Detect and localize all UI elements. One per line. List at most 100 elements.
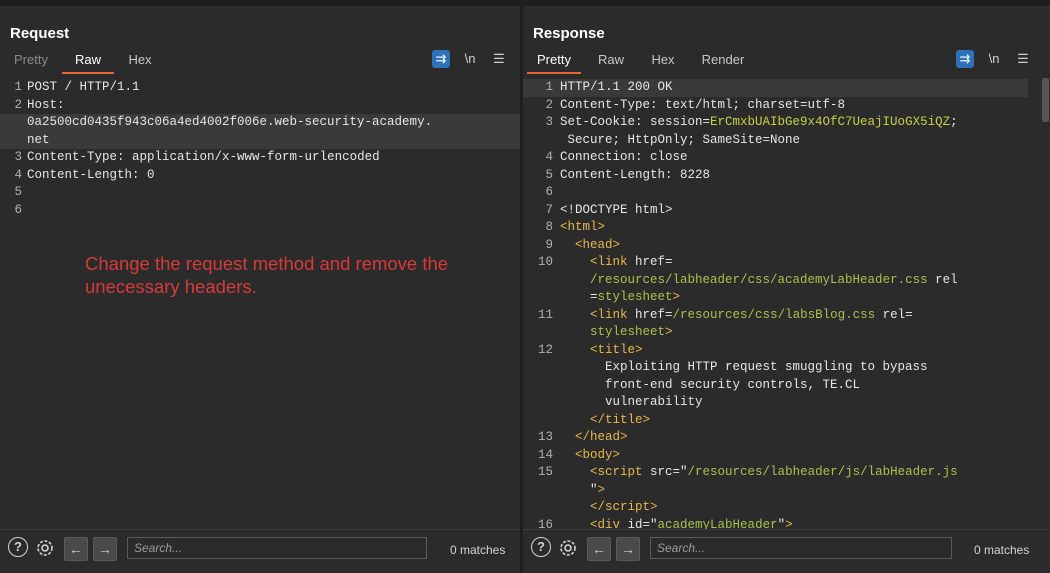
line-text: stylesheet> [590,325,673,339]
response-line: 15 <script src="/resources/labheader/js/… [523,464,1028,482]
settings-gear-icon[interactable] [557,537,579,559]
tab-raw[interactable]: Raw [62,50,114,74]
request-editor[interactable]: 1 POST / HTTP/1.1 2 Host: 0a2500cd0435f943c0… [0,76,520,531]
response-line: stylesheet> [523,324,1028,342]
line-text: 0a2500cd0435f943c06a4ed4002f006e.web-sec… [27,115,433,129]
line-text: =stylesheet> [560,290,681,304]
response-line: front-end security controls, TE.CL [523,377,1028,395]
response-line: 10 <link href= [523,254,1028,272]
response-line: 5 Content-Length: 8228 [523,167,1028,185]
tab-hex[interactable]: Hex [643,50,683,72]
line-number: 1 [545,80,553,94]
response-line: 1 HTTP/1.1 200 OK [523,79,1028,97]
next-match-button[interactable]: → [93,537,117,561]
request-title: Request [10,25,70,42]
line-text: Content-Length: 8228 [560,167,711,182]
response-line: Secure; HttpOnly; SameSite=None [523,132,1028,150]
request-line: 1 POST / HTTP/1.1 [0,79,520,97]
tab-render[interactable]: Render [695,50,751,72]
response-bottom-bar: ? ← → Search... 0 matches [523,529,1050,568]
line-number: 6 [14,202,22,217]
menu-icon[interactable]: ☰ [490,50,508,68]
line-text: Content-Type: text/html; charset=utf-8 [560,97,846,112]
response-line: 3 Set-Cookie: session=ErCmxbUAIbGe9x4OfC7… [523,114,1028,132]
settings-gear-icon[interactable] [34,537,56,559]
search-input[interactable]: Search... [127,537,427,559]
newline-icon[interactable]: \n [985,50,1003,68]
line-number: 6 [545,185,553,199]
response-line: 14 <body> [523,447,1028,465]
previous-match-button[interactable]: ← [587,537,611,561]
response-line: </title> [523,412,1028,430]
line-text: Exploiting HTTP request smuggling to byp… [560,360,928,374]
menu-icon[interactable]: ☰ [1014,50,1032,68]
line-number: 1 [14,80,22,94]
response-line: "> [523,482,1028,500]
newline-icon[interactable]: \n [461,50,479,68]
line-text: Content-Length: 0 [27,167,155,182]
request-line: 3 Content-Type: application/x-www-form-ur… [0,149,520,167]
scrollbar-thumb[interactable] [1042,78,1049,122]
response-line: 11 <link href=/resources/css/labsBlog.cs… [523,307,1028,325]
match-count: 0 matches [450,543,506,557]
tab-hex[interactable]: Hex [120,50,160,72]
line-number: 5 [545,167,553,182]
line-text: Content-Type: application/x-www-form-url… [27,150,380,164]
line-number: 3 [14,150,22,164]
line-number: 2 [14,97,22,112]
annotation-text: Change the request method and remove the… [85,253,449,297]
tab-pretty[interactable]: Pretty [8,50,54,72]
tab-pretty[interactable]: Pretty [527,50,581,74]
line-text: Set-Cookie: session=ErCmxbUAIbGe9x4OfC7U… [560,115,958,129]
line-text: "> [560,482,606,497]
search-input[interactable]: Search... [650,537,952,559]
wrap-lines-icon[interactable]: ⇉ [956,50,974,68]
request-line: net [0,131,520,149]
line-text: <html> [560,220,606,234]
request-line: 6 [0,202,520,220]
line-number: 5 [14,185,22,199]
response-line: 13 </head> [523,429,1028,447]
line-text: Connection: close [560,150,688,164]
line-text: net [27,132,50,147]
request-bottom-bar: ? ← → Search... 0 matches [0,529,520,568]
help-icon[interactable]: ? [531,537,551,557]
help-icon[interactable]: ? [8,537,28,557]
request-pane: Request Pretty Raw Hex ⇉ \n ☰ 1 POST / HT… [0,6,520,568]
request-line: 2 Host: [0,97,520,115]
line-text: <!DOCTYPE html> [560,202,673,217]
request-line: 4 Content-Length: 0 [0,167,520,185]
line-number: 11 [537,307,553,322]
response-line: 9 <head> [523,237,1028,255]
line-number: 4 [14,167,22,182]
response-title: Response [533,25,605,42]
previous-match-button[interactable]: ← [64,537,88,561]
request-line: 5 [0,184,520,202]
line-text: <body> [575,447,621,462]
tab-raw[interactable]: Raw [593,50,629,72]
response-line: 2 Content-Type: text/html; charset=utf-8 [523,97,1028,115]
wrap-lines-icon[interactable]: ⇉ [432,50,450,68]
line-text: Secure; HttpOnly; SameSite=None [560,132,801,147]
next-match-button[interactable]: → [616,537,640,561]
line-text: HTTP/1.1 200 OK [560,80,673,94]
response-pane: Response Pretty Raw Hex Render ⇉ \n ☰ 1H… [523,6,1050,568]
response-editor[interactable]: 1 HTTP/1.1 200 OK 2 Content-Type: text/html… [523,76,1050,532]
response-scrollbar[interactable] [1040,76,1050,531]
line-number: 9 [545,237,553,252]
line-number: 8 [545,220,553,234]
line-number: 12 [537,342,553,357]
match-count: 0 matches [974,543,1030,557]
response-line: =stylesheet> [523,289,1028,307]
line-text: POST / HTTP/1.1 [27,80,140,94]
line-number: 3 [545,115,553,129]
line-text: <link href= [590,255,673,269]
response-line: vulnerability [523,394,1028,412]
response-line: 6 [523,184,1028,202]
line-text: <title> [590,342,643,357]
line-text: </title> [590,412,651,427]
line-text: </script> [590,500,658,514]
response-line: 12 <title> [523,342,1028,360]
line-number: 2 [545,97,553,112]
response-line: 7 <!DOCTYPE html> [523,202,1028,220]
